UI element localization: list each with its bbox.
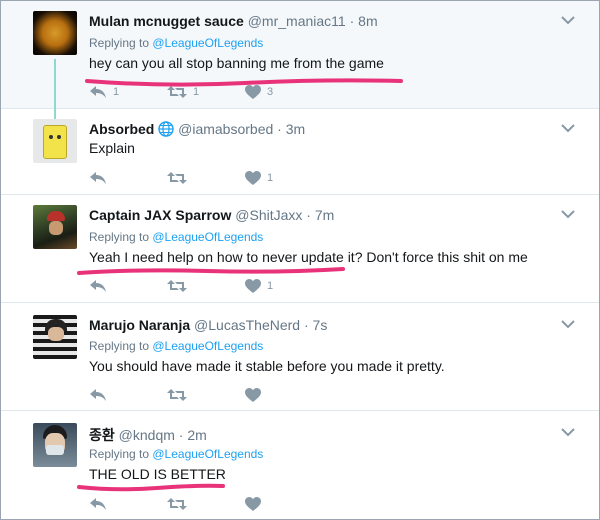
reply-count: 1: [113, 86, 120, 98]
replying-to-label: Replying to: [89, 339, 153, 353]
tweet-actions: [89, 495, 339, 513]
tweet[interactable]: Captain JAX Sparrow @ShitJaxx · 7m Reply…: [1, 195, 599, 303]
user-handle[interactable]: @kndqm: [119, 427, 175, 443]
timestamp[interactable]: 3m: [286, 121, 305, 137]
caret-down-icon[interactable]: [561, 319, 575, 329]
reply-button[interactable]: [89, 495, 113, 513]
like-count: 3: [267, 86, 274, 98]
replying-to-label: Replying to: [89, 230, 153, 244]
caret-down-icon[interactable]: [561, 15, 575, 25]
display-name[interactable]: 종환: [89, 427, 115, 443]
reply-icon: [90, 389, 106, 401]
retweet-icon: [167, 389, 187, 401]
retweet-icon: [167, 498, 187, 510]
like-button[interactable]: 3: [245, 83, 273, 101]
mention-link[interactable]: @LeagueOfLegends: [152, 339, 263, 353]
replying-to: Replying to @LeagueOfLegends: [89, 230, 263, 244]
like-button[interactable]: [245, 495, 267, 513]
retweet-button[interactable]: [167, 386, 193, 404]
like-count: 1: [267, 280, 274, 292]
separator-dot: ·: [303, 317, 309, 333]
tweet-header: Absorbed @iamabsorbed · 3m: [89, 121, 305, 137]
tweet-timeline: Mulan mcnugget sauce @mr_maniac11 · 8m R…: [0, 0, 600, 520]
separator-dot: ·: [349, 13, 355, 29]
reply-icon: [90, 498, 106, 510]
replying-to-label: Replying to: [89, 447, 153, 461]
display-name[interactable]: Captain JAX Sparrow: [89, 207, 231, 223]
like-button[interactable]: 1: [245, 277, 273, 295]
reply-button[interactable]: [89, 386, 113, 404]
tweet-text: Explain: [89, 140, 135, 156]
tweet[interactable]: Mulan mcnugget sauce @mr_maniac11 · 8m R…: [1, 1, 599, 109]
retweet-button[interactable]: [167, 495, 193, 513]
timestamp[interactable]: 7m: [315, 207, 334, 223]
like-icon: [245, 388, 261, 402]
timestamp[interactable]: 7s: [313, 317, 328, 333]
tweet-text: THE OLD IS BETTER: [89, 466, 226, 482]
tweet-text: hey can you all stop banning me from the…: [89, 55, 384, 71]
tweet-actions: [89, 386, 339, 404]
avatar[interactable]: [33, 205, 77, 249]
tweet-text: You should have made it stable before yo…: [89, 358, 445, 374]
tweet-actions: 1: [89, 277, 339, 295]
reply-icon: [90, 280, 106, 292]
like-count: 1: [267, 172, 274, 184]
avatar[interactable]: [33, 119, 77, 163]
globe-icon: [158, 121, 174, 137]
retweet-count: 1: [193, 86, 200, 98]
retweet-button[interactable]: [167, 277, 193, 295]
mention-link[interactable]: @LeagueOfLegends: [152, 230, 263, 244]
replying-to: Replying to @LeagueOfLegends: [89, 339, 263, 353]
avatar[interactable]: [33, 315, 77, 359]
separator-dot: ·: [178, 427, 184, 443]
reply-button[interactable]: [89, 169, 113, 187]
user-handle[interactable]: @ShitJaxx: [235, 207, 302, 223]
replying-to-label: Replying to: [89, 36, 153, 50]
display-name[interactable]: Absorbed: [89, 121, 154, 137]
tweet-header: Captain JAX Sparrow @ShitJaxx · 7m: [89, 207, 334, 223]
retweet-button[interactable]: [167, 169, 193, 187]
display-name[interactable]: Marujo Naranja: [89, 317, 190, 333]
replying-to: Replying to @LeagueOfLegends: [89, 447, 263, 461]
user-handle[interactable]: @mr_maniac11: [248, 13, 346, 29]
replying-to: Replying to @LeagueOfLegends: [89, 36, 263, 50]
reply-button[interactable]: [89, 277, 113, 295]
timestamp[interactable]: 8m: [358, 13, 377, 29]
like-icon: [245, 279, 261, 293]
like-button[interactable]: 1: [245, 169, 273, 187]
like-icon: [245, 85, 261, 99]
timestamp[interactable]: 2m: [187, 427, 206, 443]
tweet[interactable]: Absorbed @iamabsorbed · 3m Explain 1: [1, 109, 599, 195]
tweet-actions: 1 1 3: [89, 83, 339, 101]
display-name[interactable]: Mulan mcnugget sauce: [89, 13, 244, 29]
user-handle[interactable]: @LucasTheNerd: [194, 317, 300, 333]
reply-icon: [90, 86, 106, 98]
like-icon: [245, 171, 261, 185]
tweet-text: Yeah I need help on how to never update …: [89, 249, 528, 265]
caret-down-icon[interactable]: [561, 123, 575, 133]
tweet-header: Mulan mcnugget sauce @mr_maniac11 · 8m: [89, 13, 378, 29]
separator-dot: ·: [306, 207, 311, 223]
avatar[interactable]: [33, 11, 77, 55]
retweet-icon: [167, 172, 187, 184]
tweet[interactable]: Marujo Naranja @LucasTheNerd · 7s Replyi…: [1, 303, 599, 411]
reply-button[interactable]: 1: [89, 83, 119, 101]
retweet-button[interactable]: 1: [167, 83, 199, 101]
retweet-icon: [167, 86, 187, 98]
caret-down-icon[interactable]: [561, 427, 575, 437]
avatar[interactable]: [33, 423, 77, 467]
mention-link[interactable]: @LeagueOfLegends: [152, 447, 263, 461]
caret-down-icon[interactable]: [561, 209, 575, 219]
tweet-header: Marujo Naranja @LucasTheNerd · 7s: [89, 317, 327, 333]
tweet[interactable]: 종환 @kndqm · 2m Replying to @LeagueOfLege…: [1, 411, 599, 519]
user-handle[interactable]: @iamabsorbed: [178, 121, 273, 137]
reply-icon: [90, 172, 106, 184]
like-icon: [245, 497, 261, 511]
retweet-icon: [167, 280, 187, 292]
mention-link[interactable]: @LeagueOfLegends: [152, 36, 263, 50]
tweet-header: 종환 @kndqm · 2m: [89, 425, 207, 445]
tweet-actions: 1: [89, 169, 339, 187]
like-button[interactable]: [245, 386, 267, 404]
separator-dot: ·: [277, 121, 282, 137]
